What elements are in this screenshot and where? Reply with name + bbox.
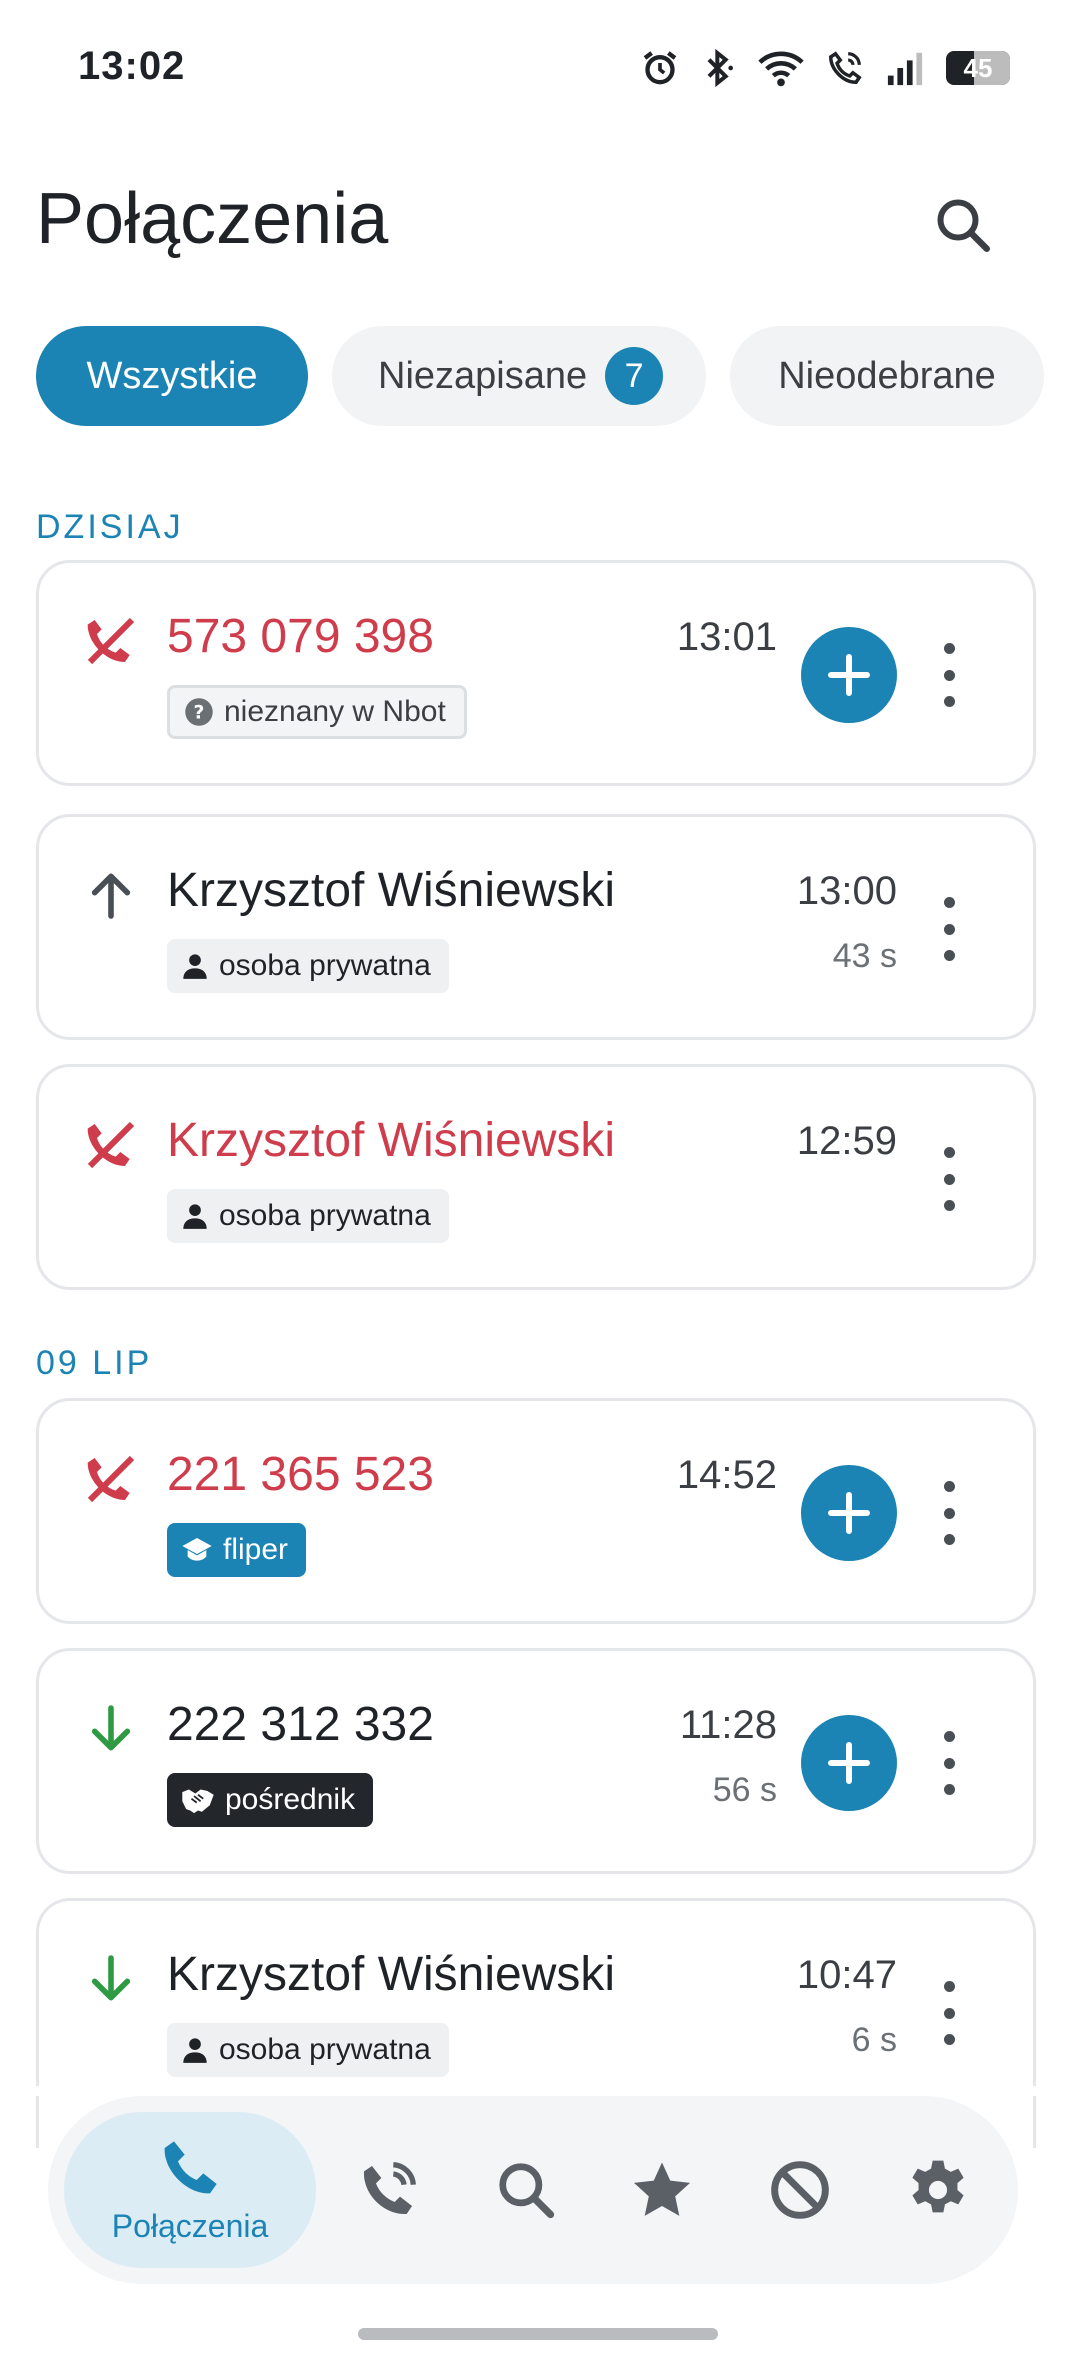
contact-tag-label: pośrednik — [225, 1783, 356, 1816]
incoming-call-icon — [91, 1955, 131, 2001]
filter-chip-label: Wszystkie — [86, 354, 258, 397]
call-time: 14:52 — [676, 1453, 777, 1497]
filter-chips: Wszystkie Niezapisane 7 Nieodebrane — [36, 326, 1044, 426]
call-time: 13:00 — [796, 869, 897, 913]
list-fade — [0, 2086, 1080, 2096]
contact-tag-label: fliper — [223, 1533, 289, 1566]
call-time: 12:59 — [796, 1119, 897, 1163]
outgoing-call-icon — [91, 873, 131, 919]
wifi-icon — [758, 51, 804, 87]
nav-blocked[interactable] — [760, 2096, 840, 2284]
call-card[interactable]: 222 312 332 pośrednik 11:28 56 s — [36, 1648, 1036, 1874]
star-icon — [633, 2162, 691, 2216]
call-name: 222 312 332 — [167, 1698, 434, 1751]
missed-call-icon — [87, 1121, 135, 1169]
wifi-calling-icon — [829, 51, 862, 84]
more-options-button[interactable] — [937, 1481, 961, 1545]
alarm-icon — [643, 51, 677, 85]
phone-ringing-icon — [363, 2162, 416, 2215]
person-icon — [183, 2038, 207, 2063]
section-label-today: DZISIAJ — [36, 508, 184, 546]
add-contact-button[interactable] — [801, 1715, 897, 1811]
call-time: 10:47 — [796, 1953, 897, 1997]
call-name: 573 079 398 — [167, 610, 434, 663]
contact-tag: pośrednik — [167, 1773, 374, 1827]
missed-call-icon — [87, 1455, 135, 1503]
call-time: 11:28 — [679, 1703, 777, 1747]
contact-tag: fliper — [167, 1523, 307, 1577]
status-bar: 13:02 45 — [0, 0, 1080, 140]
more-options-button[interactable] — [937, 1731, 961, 1795]
add-contact-button[interactable] — [801, 627, 897, 723]
call-duration: 6 s — [851, 2021, 897, 2059]
filter-chip-label: Nieodebrane — [778, 354, 996, 397]
contact-tag-label: osoba prywatna — [219, 949, 431, 982]
handshake-icon — [182, 1789, 214, 1814]
call-name: 221 365 523 — [167, 1448, 434, 1501]
call-name: Krzysztof Wiśniewski — [167, 1948, 616, 2001]
contact-tag: osoba prywatna — [167, 2023, 449, 2077]
contact-tag-label: nieznany w Nbot — [224, 695, 446, 728]
call-name: Krzysztof Wiśniewski — [167, 864, 616, 917]
contact-tag-label: osoba prywatna — [219, 1199, 431, 1232]
nav-live-calls[interactable] — [348, 2096, 428, 2284]
status-time: 13:02 — [78, 44, 186, 88]
filter-chip-label: Niezapisane — [378, 354, 588, 397]
svg-text:?: ? — [194, 702, 205, 723]
gear-icon — [912, 2160, 964, 2213]
person-icon — [183, 1204, 207, 1229]
call-duration: 56 s — [712, 1771, 777, 1809]
nav-calls-label: Połączenia — [111, 2207, 269, 2244]
graduation-cap-icon — [182, 1538, 212, 1561]
more-options-button[interactable] — [937, 1981, 961, 2045]
person-icon — [183, 954, 207, 979]
call-card[interactable]: 221 365 523 fliper 14:52 — [36, 1398, 1036, 1624]
call-card[interactable]: Krzysztof Wiśniewski osoba prywatna 12:5… — [36, 1064, 1036, 1290]
filter-chip-all[interactable]: Wszystkie — [36, 326, 308, 426]
contact-tag-label: osoba prywatna — [219, 2033, 431, 2066]
plus-icon — [828, 1742, 870, 1784]
status-icons: 45 — [640, 48, 1010, 88]
bluetooth-icon — [707, 48, 733, 88]
nav-settings[interactable] — [898, 2096, 978, 2284]
block-icon — [771, 2161, 829, 2219]
add-contact-button[interactable] — [801, 1465, 897, 1561]
incoming-call-icon — [91, 1705, 131, 1751]
signal-icon — [887, 52, 923, 86]
plus-icon — [828, 654, 870, 696]
plus-icon — [828, 1492, 870, 1534]
nav-favorites[interactable] — [622, 2096, 702, 2284]
search-icon — [499, 2163, 555, 2219]
phone-icon — [164, 2140, 217, 2193]
nav-calls[interactable]: Połączenia — [64, 2112, 316, 2268]
search-icon — [937, 199, 990, 252]
page-title: Połączenia — [36, 179, 389, 259]
battery-indicator: 45 — [946, 51, 1010, 85]
question-icon: ? — [185, 698, 213, 726]
unsaved-count-badge: 7 — [605, 347, 664, 405]
filter-chip-unsaved[interactable]: Niezapisane 7 — [332, 326, 706, 426]
contact-tag: osoba prywatna — [167, 939, 449, 993]
call-card[interactable]: Krzysztof Wiśniewski osoba prywatna 13:0… — [36, 814, 1036, 1040]
contact-tag: osoba prywatna — [167, 1189, 449, 1243]
more-options-button[interactable] — [937, 897, 961, 961]
bottom-navigation: Połączenia — [48, 2096, 1018, 2284]
nav-search[interactable] — [486, 2096, 566, 2284]
search-button[interactable] — [928, 190, 998, 260]
call-time: 13:01 — [676, 615, 777, 659]
call-duration: 43 s — [832, 937, 897, 975]
more-options-button[interactable] — [937, 1147, 961, 1211]
filter-chip-missed[interactable]: Nieodebrane — [730, 326, 1044, 426]
contact-tag: ? nieznany w Nbot — [167, 685, 467, 739]
section-label-date: 09 LIP — [36, 1344, 153, 1382]
call-card[interactable]: 573 079 398 ? nieznany w Nbot 13:01 — [36, 560, 1036, 786]
missed-call-icon — [87, 617, 135, 665]
home-indicator — [358, 2328, 718, 2340]
call-name: Krzysztof Wiśniewski — [167, 1114, 616, 1167]
more-options-button[interactable] — [937, 643, 961, 707]
